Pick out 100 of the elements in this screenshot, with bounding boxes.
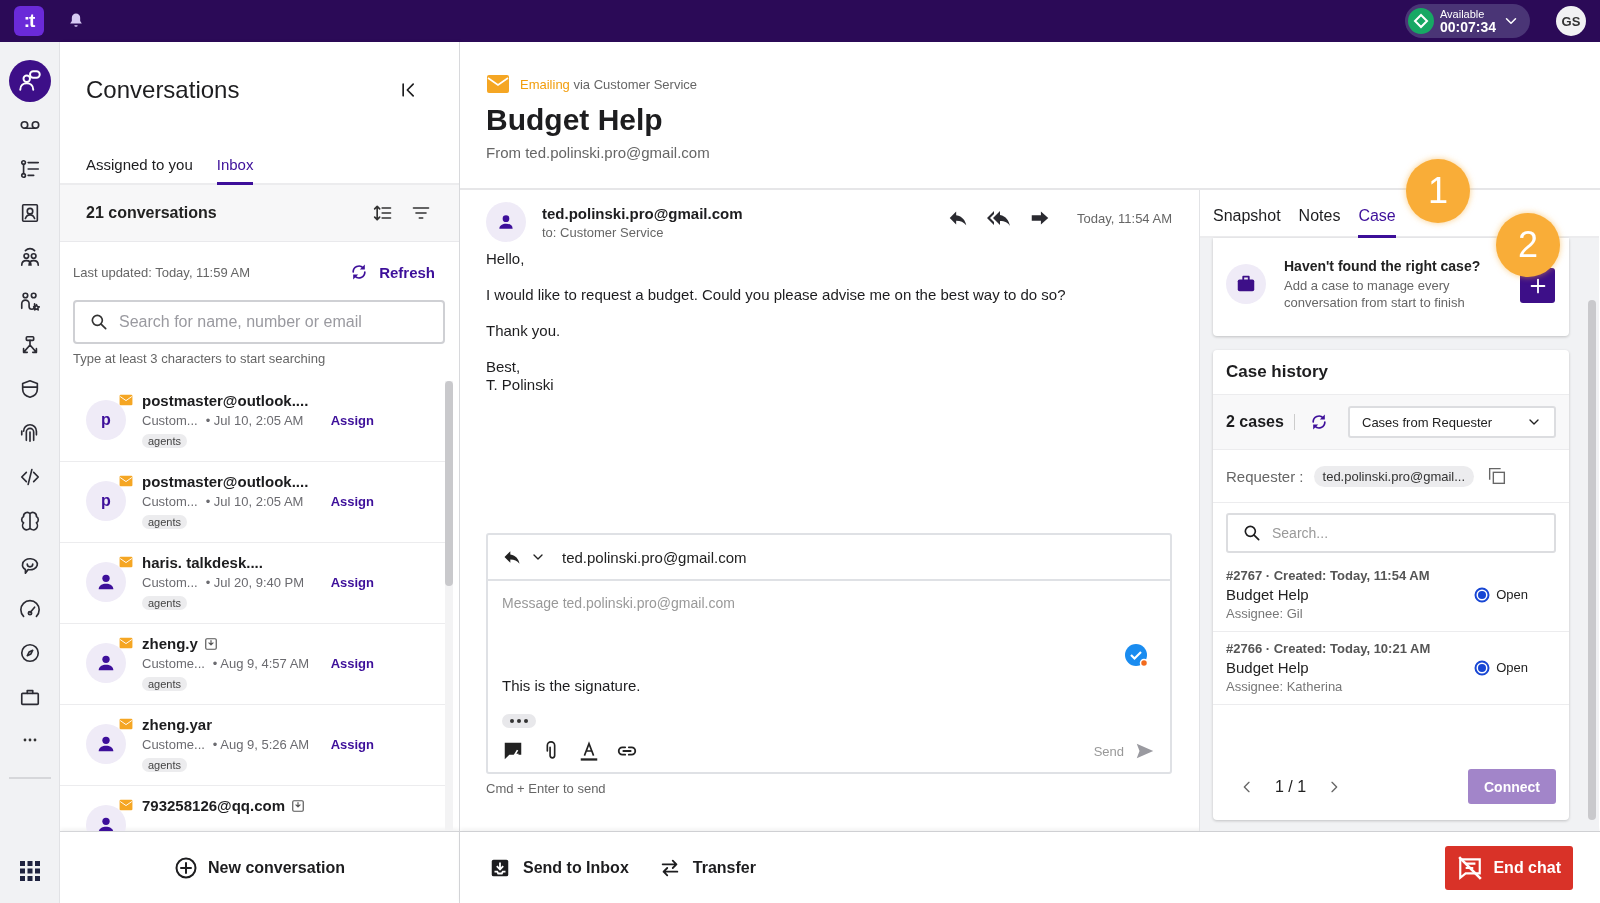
people-group-icon: [18, 246, 41, 268]
message-field[interactable]: Message ted.polinski.pro@gmail.com: [502, 595, 1156, 611]
mail-icon: [119, 474, 133, 488]
new-conversation-button[interactable]: New conversation: [174, 855, 345, 880]
app-logo[interactable]: :t: [14, 6, 44, 36]
brain-icon: [18, 510, 41, 532]
contact-name: postmaster@outlook....: [142, 392, 309, 410]
conversation-item[interactable]: zheng.yar Custome... • Aug 9, 5:26 AM Assign agents: [60, 705, 445, 786]
case-item[interactable]: #2766 · Created: Today, 10:21 AM Budget Help Assignee: Katherina Open: [1213, 632, 1569, 705]
text-color-icon[interactable]: [578, 740, 600, 762]
status-selector[interactable]: Available 00:07:34: [1404, 4, 1530, 38]
shortcut-hint: Cmd + Enter to send: [485, 780, 607, 798]
more-icon[interactable]: [502, 714, 536, 728]
message-paragraph: I would like to request a budget. Could you please advise me on the best way to do so?: [486, 286, 1067, 304]
end-chat-button[interactable]: End chat: [1445, 845, 1573, 890]
conversation-time: • Aug 9, 5:26 AM: [212, 736, 310, 754]
end-chat-icon: [1457, 854, 1484, 881]
mail-icon: [119, 717, 133, 731]
case-count: 2 cases: [1226, 414, 1295, 430]
mail-icon: [119, 798, 133, 812]
tab[interactable]: Assigned to you: [86, 156, 193, 185]
conversation-item[interactable]: p postmaster@outlook.... Custom... • Jul 10, 2:05 AM Assign agents: [60, 381, 445, 462]
status-icon: [1407, 8, 1434, 34]
sender-line: From ted.polinski.pro@gmail.com: [486, 144, 711, 161]
channel-name: Custom...: [142, 574, 198, 592]
search-field[interactable]: Search...: [1226, 513, 1556, 553]
plus-circle-icon: [174, 855, 199, 880]
page-indicator: 1 / 1: [1275, 777, 1307, 796]
status-label: Available: [1439, 8, 1486, 21]
filter-dropdown[interactable]: Cases from Requester: [1348, 406, 1556, 438]
refresh-button[interactable]: Refresh: [349, 262, 435, 282]
sort-icon[interactable]: [373, 203, 393, 223]
message-time: Today, 11:54 AM: [1077, 210, 1172, 226]
channel-name: Custome...: [142, 655, 205, 673]
tag: agents: [142, 596, 188, 610]
apps-grid-icon[interactable]: [19, 861, 40, 881]
conversation-time: • Aug 9, 4:57 AM: [212, 655, 310, 673]
conversation-item[interactable]: haris. talkdesk.... Custom... • Jul 20, 9:40 PM Assign agents: [60, 543, 445, 624]
search-hint: Type at least 3 characters to start searching: [72, 350, 327, 366]
avatar-letter: p: [101, 492, 111, 510]
conversation-item[interactable]: 793258126@qq.com: [60, 786, 445, 831]
channel-name: Custome...: [142, 736, 205, 754]
case-item[interactable]: #2767 · Created: Today, 11:54 AM Budget Help Assignee: Gil Open: [1213, 559, 1569, 632]
search-input[interactable]: Search...: [1272, 525, 1540, 541]
panel-title: Conversations: [86, 75, 240, 105]
tag: agents: [142, 677, 188, 691]
case-assignee: Assignee: Katherina: [1226, 679, 1344, 694]
nav-item[interactable]: [8, 60, 51, 102]
conversation-item[interactable]: p postmaster@outlook.... Custom... • Jul 10, 2:05 AM Assign agents: [60, 462, 445, 543]
contact-name: postmaster@outlook....: [142, 473, 309, 491]
case-status: Open: [1496, 587, 1528, 602]
contact-name: zheng.yar: [142, 716, 213, 734]
case-meta: #2767 · Created: Today, 11:54 AM: [1226, 568, 1430, 583]
assign-link[interactable]: Assign: [330, 412, 374, 430]
conversation-count: 21 conversations: [86, 204, 218, 222]
message-paragraph: Hello,: [486, 250, 526, 268]
assign-link[interactable]: Assign: [330, 493, 374, 511]
prompt-title: Haven't found the right case?: [1284, 258, 1482, 274]
status-timer: 00:07:34: [1439, 21, 1496, 34]
sender-email: ted.polinski.pro@gmail.com: [542, 205, 744, 222]
prompt-text: Add a case to manage every conversation from start to finish: [1284, 277, 1466, 311]
mail-icon: [486, 72, 510, 96]
scrollbar-thumb[interactable]: [445, 381, 453, 586]
scrollbar-thumb[interactable]: [1588, 300, 1596, 820]
tab[interactable]: Snapshot: [1213, 207, 1281, 238]
search-input[interactable]: Search for name, number or email: [119, 313, 429, 331]
case-assignee: Assignee: Gil: [1226, 606, 1304, 621]
requester-label: Requester :: [1226, 467, 1304, 485]
contact-name: 793258126@qq.com: [142, 797, 286, 815]
search-field[interactable]: Search for name, number or email: [73, 300, 445, 344]
quick-reply-icon[interactable]: [502, 740, 524, 762]
gauge-icon: [18, 598, 41, 620]
recipient-line: to: Customer Service: [542, 225, 665, 240]
assign-link[interactable]: Assign: [330, 574, 374, 592]
recipient-email: ted.polinski.pro@gmail.com: [562, 548, 747, 566]
case-status: Open: [1496, 660, 1528, 675]
tag: agents: [142, 515, 188, 529]
conversation-subject: Budget Help: [486, 102, 664, 138]
contact-name: haris. talkdesk....: [142, 554, 263, 572]
user-avatar[interactable]: GS: [1556, 6, 1586, 36]
channel-name: Custom...: [142, 493, 198, 511]
conversation-item[interactable]: zheng.y Custome... • Aug 9, 4:57 AM Assign agents: [60, 624, 445, 705]
chat-person-icon: [16, 68, 43, 94]
person-icon: [496, 212, 516, 232]
avatar-letter: p: [101, 411, 111, 429]
message-paragraph: Best, T. Polinski: [486, 358, 555, 394]
send-to-inbox-button[interactable]: Send to Inbox: [489, 856, 629, 879]
people-star-icon: [18, 290, 41, 312]
mail-icon: [119, 393, 133, 407]
case-meta: #2766 · Created: Today, 10:21 AM: [1226, 641, 1431, 656]
assign-link[interactable]: Assign: [330, 736, 374, 754]
tag: agents: [142, 434, 188, 448]
more-icon[interactable]: [22, 738, 37, 742]
mail-icon: [119, 636, 133, 650]
tab[interactable]: Notes: [1298, 207, 1341, 238]
search-icon: [1242, 523, 1262, 543]
compass-icon: [18, 642, 41, 664]
transfer-button[interactable]: Transfer: [658, 856, 756, 879]
assign-link[interactable]: Assign: [330, 655, 374, 673]
channel-name: Custom...: [142, 412, 198, 430]
